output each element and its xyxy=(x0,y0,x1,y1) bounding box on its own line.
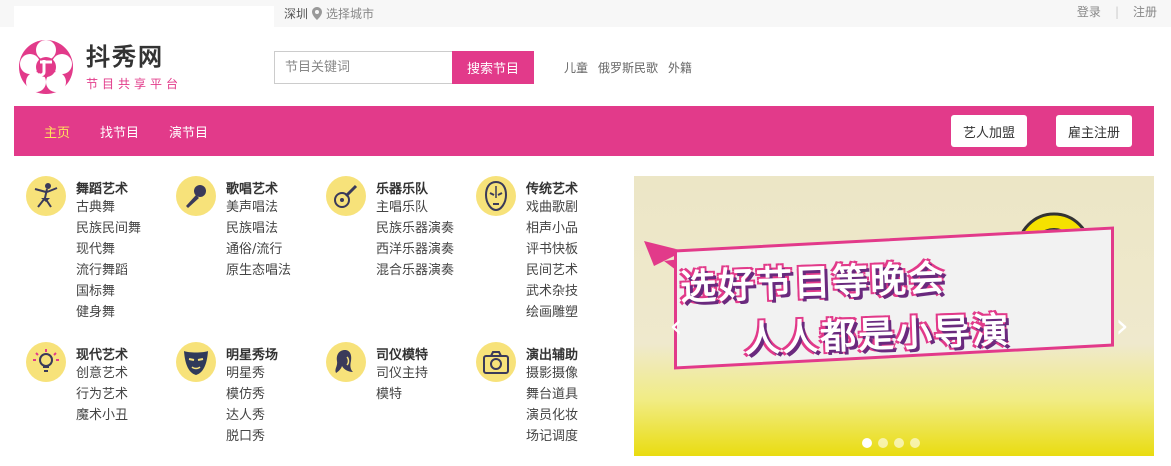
category-link[interactable]: 创意艺术 xyxy=(76,363,128,384)
logo-text: 抖秀网 节目共享平台 xyxy=(86,43,182,92)
banner-prev-arrow[interactable]: ‹ xyxy=(664,306,688,346)
search-input[interactable] xyxy=(274,51,452,84)
category-link[interactable]: 魔术小丑 xyxy=(76,405,128,426)
category-list: 美声唱法 民族唱法 通俗/流行 原生态唱法 xyxy=(226,197,291,281)
city-selector[interactable]: 深圳 选择城市 xyxy=(284,5,374,22)
main-nav: 主页 找节目 演节目 艺人加盟 雇主注册 xyxy=(14,106,1154,156)
category-link[interactable]: 民族民间舞 xyxy=(76,218,141,239)
location-pin-icon xyxy=(312,7,323,20)
site-logo[interactable]: 抖秀网 节目共享平台 xyxy=(14,38,182,96)
category-link[interactable]: 民族唱法 xyxy=(226,218,291,239)
category-list: 戏曲歌剧 相声小品 评书快板 民间艺术 武术杂技 绘画雕塑 xyxy=(526,197,578,323)
hot-tags: 儿童 俄罗斯民歌 外籍 xyxy=(564,59,692,76)
category-title[interactable]: 司仪模特 xyxy=(376,344,428,363)
nav-item-perform[interactable]: 演节目 xyxy=(169,122,208,141)
banner-headline-2: 人人都是小导演 xyxy=(743,310,1011,361)
category-link[interactable]: 戏曲歌剧 xyxy=(526,197,578,218)
model-icon xyxy=(326,342,366,382)
lightbulb-icon xyxy=(26,342,66,382)
promo-banner[interactable]: 选好节目等晚会 人人都是小导演 ‹ › xyxy=(634,176,1154,456)
login-link[interactable]: 登录 xyxy=(1077,3,1101,20)
microphone-icon xyxy=(176,176,216,216)
top-bar: 深圳 选择城市 登录 | 注册 xyxy=(0,0,1171,27)
category-link[interactable]: 评书快板 xyxy=(526,239,578,260)
category-link[interactable]: 明星秀 xyxy=(226,363,265,384)
category-link[interactable]: 行为艺术 xyxy=(76,384,128,405)
category-link[interactable]: 武术杂技 xyxy=(526,281,578,302)
top-bar-blank xyxy=(14,6,274,27)
city-name: 深圳 xyxy=(284,7,309,21)
search-bar: 搜索节目 xyxy=(274,51,534,84)
category-link[interactable]: 健身舞 xyxy=(76,302,141,323)
star-mask-icon xyxy=(176,342,216,382)
category-link[interactable]: 古典舞 xyxy=(76,197,141,218)
category-link[interactable]: 司仪主持 xyxy=(376,363,428,384)
category-link[interactable]: 模特 xyxy=(376,384,428,405)
banner-headline-1: 选好节目等晚会 xyxy=(679,258,947,309)
category-title[interactable]: 歌唱艺术 xyxy=(226,178,278,197)
category-link[interactable]: 模仿秀 xyxy=(226,384,265,405)
category-title[interactable]: 传统艺术 xyxy=(526,178,578,197)
dancer-icon xyxy=(26,176,66,216)
banner-dot[interactable] xyxy=(894,438,904,448)
category-title[interactable]: 演出辅助 xyxy=(526,344,578,363)
category-list: 司仪主持 模特 xyxy=(376,363,428,405)
banner-pagination xyxy=(862,438,920,448)
city-pick-link[interactable]: 选择城市 xyxy=(326,5,374,22)
category-link[interactable]: 现代舞 xyxy=(76,239,141,260)
category-link[interactable]: 场记调度 xyxy=(526,426,578,447)
category-link[interactable]: 国标舞 xyxy=(76,281,141,302)
category-link[interactable]: 流行舞蹈 xyxy=(76,260,141,281)
category-list: 明星秀 模仿秀 达人秀 脱口秀 xyxy=(226,363,265,447)
flower-logo-icon xyxy=(19,40,73,94)
category-list: 古典舞 民族民间舞 现代舞 流行舞蹈 国标舞 健身舞 xyxy=(76,197,141,323)
nav-item-find-shows[interactable]: 找节目 xyxy=(100,122,139,141)
category-link[interactable]: 演员化妆 xyxy=(526,405,578,426)
artist-join-button[interactable]: 艺人加盟 xyxy=(951,115,1028,147)
logo-name: 抖秀网 xyxy=(86,42,164,71)
category-link[interactable]: 西洋乐器演奏 xyxy=(376,239,454,260)
category-link[interactable]: 原生态唱法 xyxy=(226,260,291,281)
category-link[interactable]: 主唱乐队 xyxy=(376,197,454,218)
category-title[interactable]: 现代艺术 xyxy=(76,344,128,363)
category-link[interactable]: 达人秀 xyxy=(226,405,265,426)
camera-icon xyxy=(476,342,516,382)
category-title[interactable]: 舞蹈艺术 xyxy=(76,178,128,197)
category-link[interactable]: 摄影摄像 xyxy=(526,363,578,384)
category-link[interactable]: 民间艺术 xyxy=(526,260,578,281)
category-link[interactable]: 脱口秀 xyxy=(226,426,265,447)
category-link[interactable]: 相声小品 xyxy=(526,218,578,239)
category-list: 创意艺术 行为艺术 魔术小丑 xyxy=(76,363,128,426)
hot-tag[interactable]: 外籍 xyxy=(668,59,692,76)
category-list: 摄影摄像 舞台道具 演员化妆 场记调度 xyxy=(526,363,578,447)
category-link[interactable]: 混合乐器演奏 xyxy=(376,260,454,281)
category-link[interactable]: 民族乐器演奏 xyxy=(376,218,454,239)
category-title[interactable]: 明星秀场 xyxy=(226,344,278,363)
category-link[interactable]: 绘画雕塑 xyxy=(526,302,578,323)
register-link[interactable]: 注册 xyxy=(1133,3,1157,20)
logo-slogan: 节目共享平台 xyxy=(86,76,183,91)
opera-mask-icon xyxy=(476,176,516,216)
category-title[interactable]: 乐器乐队 xyxy=(376,178,428,197)
category-link[interactable]: 通俗/流行 xyxy=(226,239,291,260)
banner-dot[interactable] xyxy=(910,438,920,448)
banner-dot[interactable] xyxy=(878,438,888,448)
banner-next-arrow[interactable]: › xyxy=(1110,306,1134,346)
hot-tag[interactable]: 俄罗斯民歌 xyxy=(598,59,658,76)
nav-item-home[interactable]: 主页 xyxy=(44,122,70,141)
category-list: 主唱乐队 民族乐器演奏 西洋乐器演奏 混合乐器演奏 xyxy=(376,197,454,281)
category-link[interactable]: 美声唱法 xyxy=(226,197,291,218)
guitar-icon xyxy=(326,176,366,216)
link-divider: | xyxy=(1114,4,1119,19)
category-link[interactable]: 舞台道具 xyxy=(526,384,578,405)
hot-tag[interactable]: 儿童 xyxy=(564,59,588,76)
banner-dot[interactable] xyxy=(862,438,872,448)
nav-items: 主页 找节目 演节目 xyxy=(44,122,208,141)
account-links: 登录 | 注册 xyxy=(1077,3,1157,20)
search-button[interactable]: 搜索节目 xyxy=(452,51,534,84)
employer-register-button[interactable]: 雇主注册 xyxy=(1056,115,1133,147)
